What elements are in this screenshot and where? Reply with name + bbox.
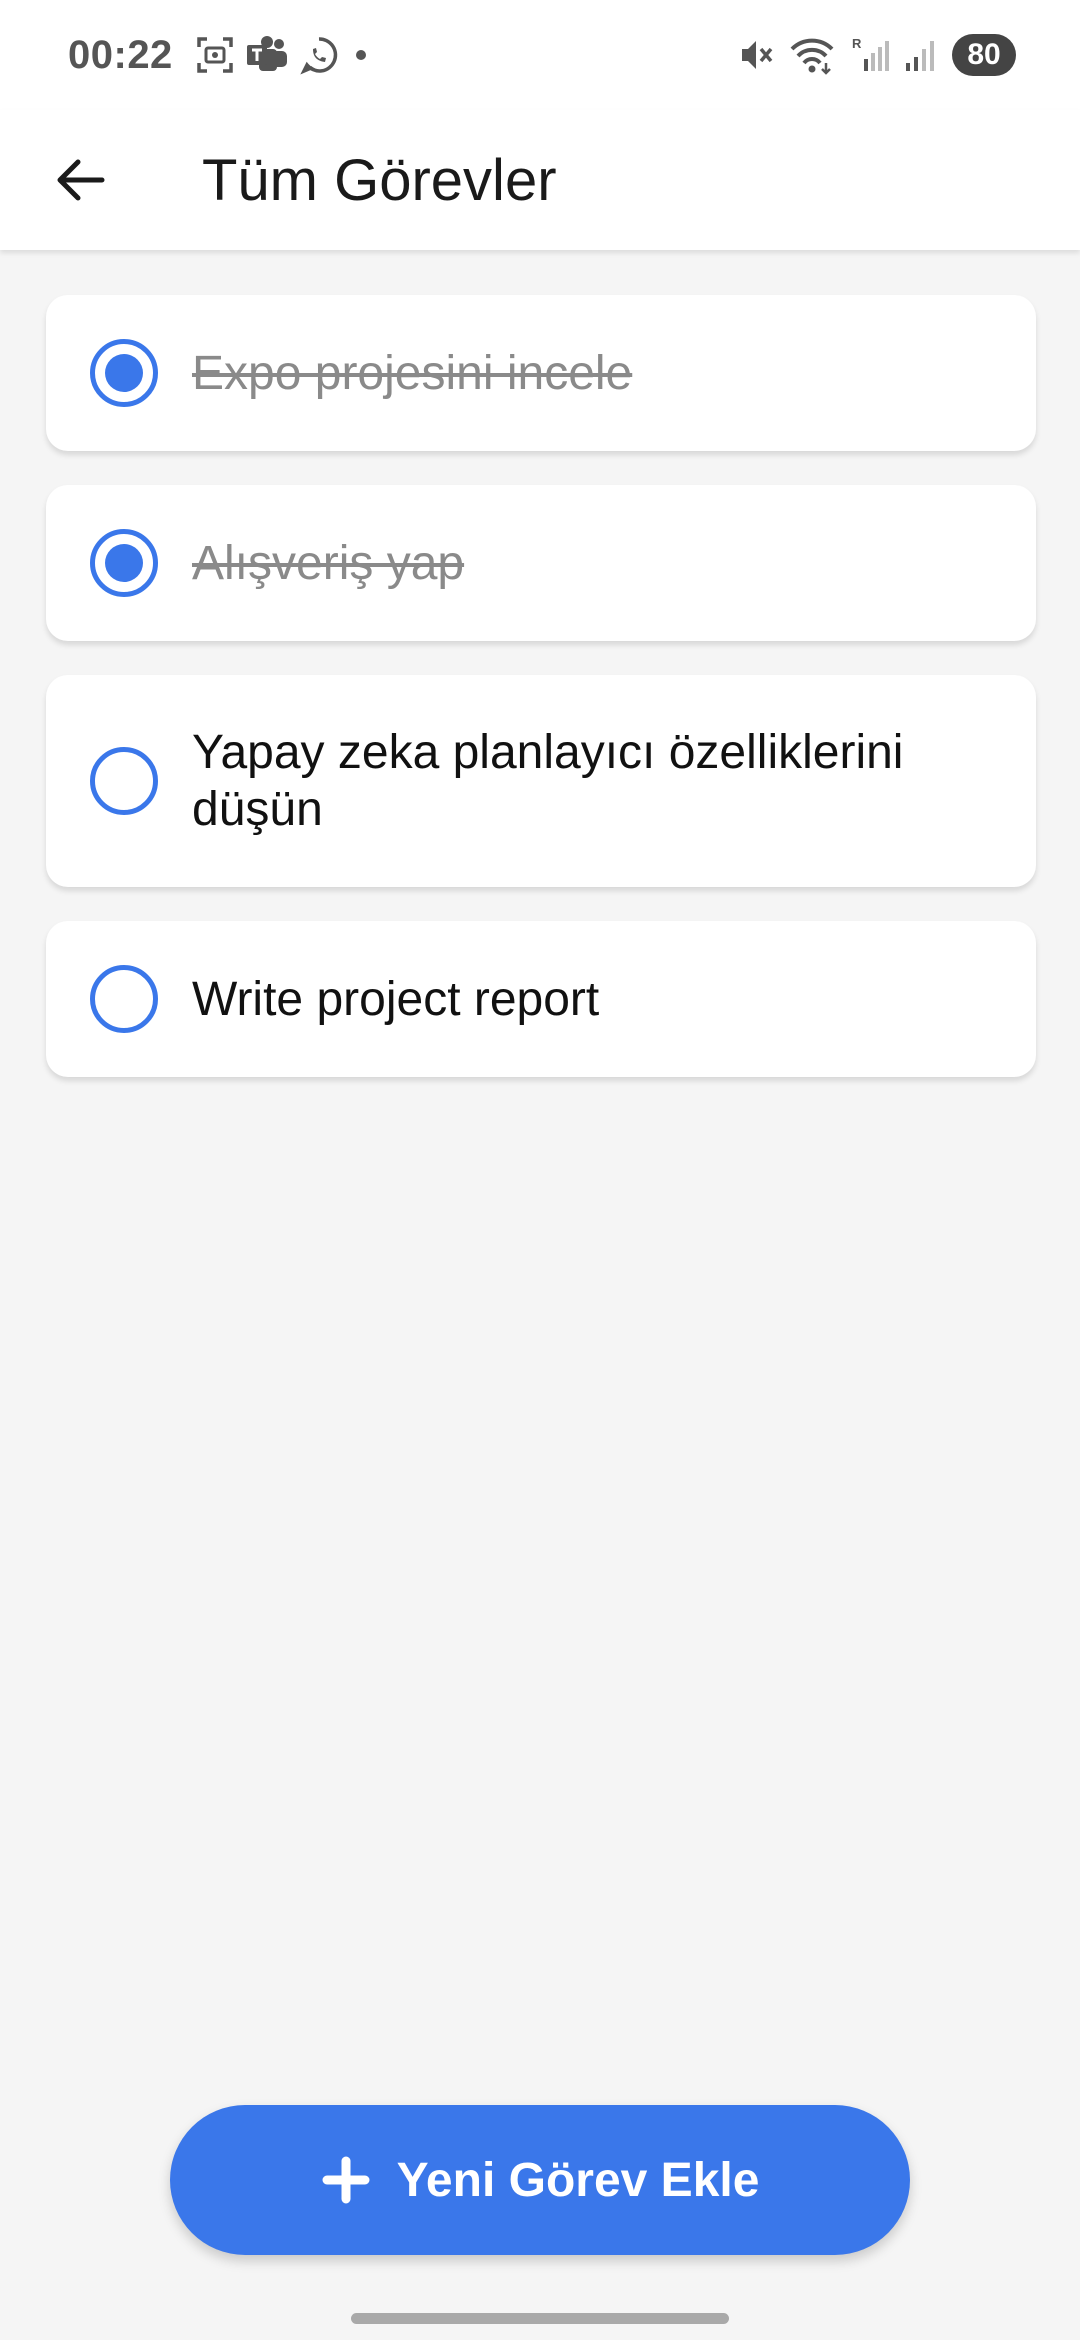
status-right: R 80 bbox=[738, 34, 1016, 76]
whatsapp-icon bbox=[300, 37, 338, 75]
task-item[interactable]: Alışveriş yap bbox=[46, 485, 1036, 641]
signal-icon bbox=[906, 41, 934, 71]
task-item[interactable]: Yapay zeka planlayıcı özelliklerini düşü… bbox=[46, 675, 1036, 887]
screenshot-icon bbox=[197, 37, 233, 73]
teams-icon bbox=[246, 36, 287, 71]
status-time: 00:22 bbox=[68, 32, 173, 77]
task-label: Write project report bbox=[192, 972, 600, 1026]
task-radio-unchecked[interactable] bbox=[90, 747, 158, 815]
task-radio-checked[interactable] bbox=[90, 529, 158, 597]
task-radio-checked[interactable] bbox=[90, 339, 158, 407]
task-list: Expo projesini incele Alışveriş yap Yapa… bbox=[46, 295, 1036, 1111]
back-button[interactable] bbox=[30, 130, 130, 230]
signal-r-icon: R bbox=[852, 36, 889, 71]
screen: 00:22 R 80 Tüm Görevler Expo projesini i… bbox=[0, 0, 1080, 2340]
task-label: Expo projesini incele bbox=[192, 346, 633, 400]
radio-dot bbox=[105, 544, 143, 582]
wifi-icon bbox=[790, 38, 834, 75]
task-item[interactable]: Expo projesini incele bbox=[46, 295, 1036, 451]
battery-indicator: 80 bbox=[952, 34, 1016, 76]
mute-icon bbox=[742, 41, 773, 69]
add-task-button[interactable]: Yeni Görev Ekle bbox=[170, 2105, 910, 2255]
dot-icon bbox=[355, 50, 366, 60]
radio-dot bbox=[105, 354, 143, 392]
home-indicator[interactable] bbox=[351, 2313, 729, 2324]
app-bar: Tüm Görevler bbox=[0, 110, 1080, 250]
task-item[interactable]: Write project report bbox=[46, 921, 1036, 1077]
task-label: Alışveriş yap bbox=[192, 536, 465, 590]
task-radio-unchecked[interactable] bbox=[90, 965, 158, 1033]
notification-icons bbox=[195, 35, 373, 75]
plus-icon bbox=[322, 2156, 370, 2204]
battery-level: 80 bbox=[967, 38, 1001, 71]
status-bar: 00:22 R 80 bbox=[0, 0, 1080, 110]
status-left: 00:22 bbox=[68, 33, 373, 78]
add-task-label: Yeni Görev Ekle bbox=[396, 2153, 760, 2207]
arrow-left-icon bbox=[57, 159, 105, 201]
task-label: Yapay zeka planlayıcı özelliklerini düşü… bbox=[192, 726, 904, 836]
svg-text:R: R bbox=[852, 36, 862, 51]
page-title: Tüm Görevler bbox=[202, 147, 557, 213]
